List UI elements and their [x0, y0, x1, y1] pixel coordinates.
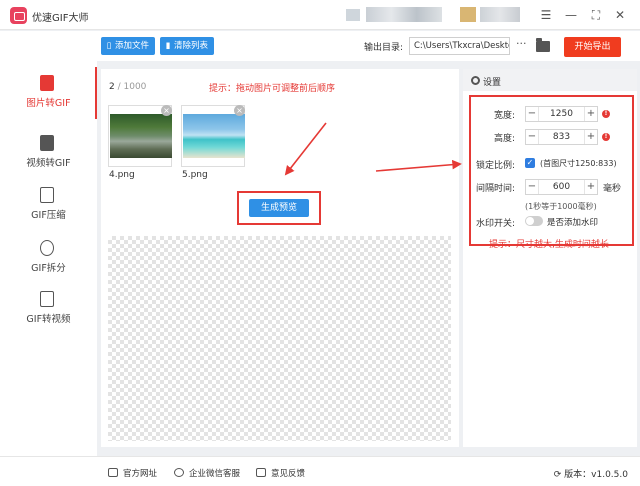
lock-ratio-label: 锁定比例: — [475, 161, 515, 171]
blurred-user-icon — [346, 9, 360, 21]
nav-item-gif-to-video[interactable]: GIF转视频 — [0, 283, 97, 335]
interval-label: 间隔时间: — [475, 184, 515, 194]
app-window: 优速GIF大师 ☰ — ⛶ ✕ ▯ 添加文件 ▮ 清除列表 输出目录: C:\Use… — [0, 0, 640, 486]
add-file-label: 添加文件 — [115, 41, 150, 51]
interval-decrement-button[interactable]: − — [526, 180, 539, 194]
interval-note: (1秒等于1000毫秒) — [525, 202, 597, 211]
blurred-account-text — [480, 7, 520, 22]
thumbnail-filename: 4.png — [109, 170, 135, 180]
output-dir-label: 输出目录: — [364, 43, 404, 53]
width-warning-icon: ! — [602, 110, 610, 118]
refresh-icon: ⟳ — [553, 470, 565, 480]
feedback-link[interactable]: 意见反馈 — [256, 467, 305, 479]
nav-item-video-to-gif[interactable]: 视频转GIF — [0, 127, 97, 179]
official-site-label: 官方网址 — [123, 469, 158, 479]
menu-icon[interactable]: ☰ — [538, 7, 554, 23]
maximize-icon[interactable]: ⛶ — [588, 7, 604, 23]
app-logo-icon — [10, 7, 27, 24]
watermark-label: 水印开关: — [475, 219, 515, 229]
settings-box: 宽度: − 1250 + ! 高度: − 833 + ! 锁定比例: ✓ (首图… — [469, 95, 634, 250]
monitor-icon — [108, 468, 118, 477]
remove-icon[interactable]: × — [234, 105, 245, 116]
width-stepper[interactable]: − 1250 + — [525, 106, 598, 122]
width-decrement-button[interactable]: − — [526, 107, 539, 121]
gear-icon — [471, 76, 480, 85]
split-icon — [40, 240, 54, 256]
nav-item-label: GIF压缩 — [31, 210, 66, 221]
lock-ratio-checkbox[interactable]: ✓ — [525, 158, 535, 168]
preview-area — [108, 236, 451, 441]
version-info[interactable]: ⟳ 版本：v1.0.5.0 — [554, 467, 628, 480]
official-site-link[interactable]: 官方网址 — [108, 467, 157, 479]
height-label: 高度: — [493, 134, 515, 144]
width-value[interactable]: 1250 — [540, 107, 583, 121]
nav-item-label: GIF转视频 — [26, 314, 71, 325]
interval-increment-button[interactable]: + — [584, 180, 597, 194]
clear-list-label: 清除列表 — [174, 41, 209, 51]
height-increment-button[interactable]: + — [584, 130, 597, 144]
image-list-panel: 2 / 1000 提示：拖动图片可调整前后顺序 × 4.png × 5.png … — [101, 69, 459, 447]
nav-item-gif-split[interactable]: GIF拆分 — [0, 232, 97, 284]
thumbnail-4[interactable]: × — [108, 105, 172, 167]
generate-preview-highlight: 生成预览 — [237, 191, 321, 225]
footer-bar: 官方网址 企业微信客服 意见反馈 ⟳ 版本：v1.0.5.0 — [0, 456, 640, 486]
interval-unit: 毫秒 — [603, 184, 622, 194]
video-icon — [40, 135, 54, 151]
blurred-vip-badge — [460, 7, 476, 22]
size-hint: 提示：尺寸越大,生成时间越长 — [489, 240, 609, 250]
version-label: 版本：v1.0.5.0 — [564, 470, 628, 480]
toolbar: ▯ 添加文件 ▮ 清除列表 输出目录: C:\Users\Tkxcra\Deskto… — [0, 31, 640, 61]
compress-icon — [40, 187, 54, 203]
start-export-button[interactable]: 开始导出 — [564, 37, 621, 57]
folder-icon[interactable] — [536, 38, 550, 52]
generate-preview-button[interactable]: 生成预览 — [249, 199, 309, 217]
clear-list-button[interactable]: ▮ 清除列表 — [160, 37, 215, 55]
width-increment-button[interactable]: + — [584, 107, 597, 121]
sidebar-nav: 图片转GIF 视频转GIF GIF压缩 GIF拆分 GIF转视频 — [0, 61, 97, 456]
settings-title: 设置 — [483, 78, 502, 88]
image-count: 2 / 1000 — [109, 82, 146, 92]
thumbnail-image — [183, 114, 245, 158]
watermark-toggle[interactable] — [525, 216, 543, 226]
nav-item-image-to-gif[interactable]: 图片转GIF — [0, 67, 97, 119]
order-hint: 提示：拖动图片可调整前后顺序 — [209, 84, 336, 94]
blurred-user-info — [366, 7, 442, 22]
interval-stepper[interactable]: − 600 + — [525, 179, 598, 195]
wechat-service-label: 企业微信客服 — [189, 469, 241, 479]
height-value[interactable]: 833 — [540, 130, 583, 144]
height-decrement-button[interactable]: − — [526, 130, 539, 144]
image-count-total: / 1000 — [114, 82, 147, 92]
interval-value[interactable]: 600 — [540, 180, 583, 194]
feedback-label: 意见反馈 — [271, 469, 306, 479]
wechat-service-link[interactable]: 企业微信客服 — [174, 467, 240, 479]
nav-item-label: 图片转GIF — [26, 98, 71, 109]
add-file-icon: ▯ — [106, 41, 112, 51]
feedback-icon — [256, 468, 266, 477]
nav-item-label: 视频转GIF — [26, 158, 71, 169]
image-icon — [40, 75, 54, 91]
close-icon[interactable]: ✕ — [612, 7, 628, 23]
output-path-field[interactable]: C:\Users\Tkxcra\Deskto — [409, 37, 510, 55]
settings-header: 设置 — [463, 69, 637, 91]
title-bar: 优速GIF大师 ☰ — ⛶ ✕ — [0, 0, 640, 30]
chat-icon — [174, 468, 184, 477]
lock-ratio-note: (首图尺寸1250:833) — [540, 159, 617, 168]
settings-panel: 设置 宽度: − 1250 + ! 高度: − 833 + ! 锁定比例: ✓ … — [463, 69, 637, 447]
nav-item-label: GIF拆分 — [31, 263, 66, 274]
more-options-button[interactable]: ··· — [516, 37, 527, 50]
gif-icon — [40, 291, 54, 307]
remove-icon[interactable]: × — [161, 105, 172, 116]
nav-item-gif-compress[interactable]: GIF压缩 — [0, 179, 97, 231]
add-file-button[interactable]: ▯ 添加文件 — [101, 37, 156, 55]
watermark-note: 是否添加水印 — [547, 218, 599, 228]
thumbnail-5[interactable]: × — [181, 105, 245, 167]
width-label: 宽度: — [493, 111, 515, 121]
app-title: 优速GIF大师 — [32, 13, 89, 24]
thumbnail-image — [110, 114, 172, 158]
height-stepper[interactable]: − 833 + — [525, 129, 598, 145]
height-warning-icon: ! — [602, 133, 610, 141]
minimize-icon[interactable]: — — [563, 7, 579, 23]
thumbnail-filename: 5.png — [182, 170, 208, 180]
trash-icon: ▮ — [165, 41, 171, 51]
